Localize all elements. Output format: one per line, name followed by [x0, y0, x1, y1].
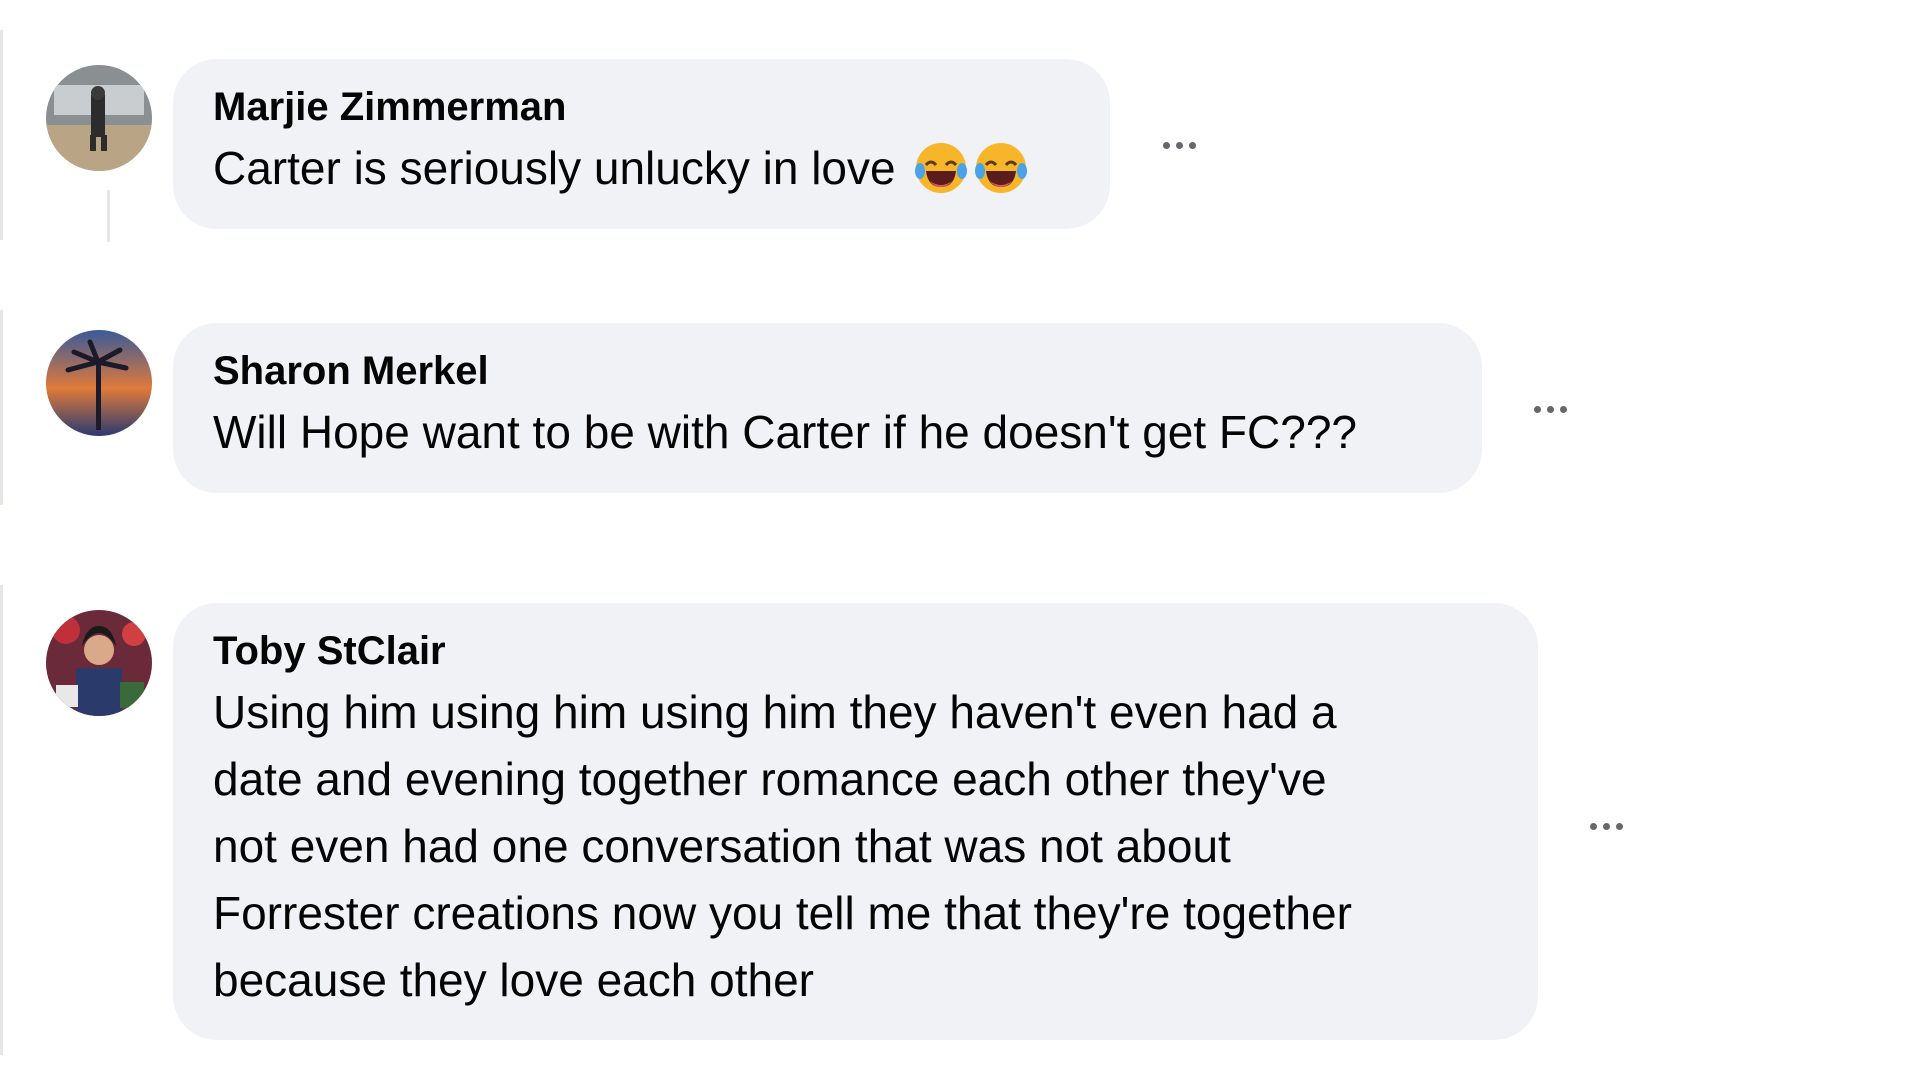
- more-options-button[interactable]: [1149, 125, 1209, 165]
- more-options-icon: [1533, 405, 1541, 413]
- avatar[interactable]: [46, 610, 152, 716]
- comment-text-line: Using him using him using him they haven…: [213, 686, 1337, 738]
- comments-section: Marjie Zimmerman Carter is seriously unl…: [0, 0, 1920, 1080]
- more-options-dot: [1188, 141, 1196, 149]
- comment-text: Carter is seriously unlucky in love: [213, 135, 1070, 202]
- more-options-dot: [1546, 405, 1554, 413]
- more-options-dot: [1602, 822, 1610, 830]
- reply-thread-line: [107, 190, 110, 242]
- avatar[interactable]: [46, 330, 152, 436]
- comment-text-line: because they love each other: [213, 954, 814, 1006]
- comment-author[interactable]: Marjie Zimmerman: [213, 83, 1070, 131]
- laughing-tears-emoji-icon: [975, 142, 1028, 193]
- comment-bubble: Marjie Zimmerman Carter is seriously unl…: [173, 59, 1110, 229]
- laughing-tears-emoji-icon: [915, 142, 968, 193]
- more-options-button[interactable]: [1576, 806, 1636, 846]
- avatar[interactable]: [46, 65, 152, 171]
- more-options-dot: [1559, 405, 1567, 413]
- user-avatar-photo-icon: [46, 610, 152, 716]
- comment-text-line: Forrester creations now you tell me that…: [213, 887, 1352, 939]
- more-options-button[interactable]: [1520, 389, 1580, 429]
- comment-text-content: Carter is seriously unlucky in love: [213, 142, 896, 194]
- comment-author[interactable]: Toby StClair: [213, 627, 1498, 675]
- more-options-dot: [1175, 141, 1183, 149]
- thread-line: [0, 310, 3, 505]
- comment-text: Using him using him using him they haven…: [213, 679, 1498, 1014]
- comment-text: Will Hope want to be with Carter if he d…: [213, 406, 1358, 458]
- user-avatar-photo-icon: [46, 65, 152, 171]
- more-options-icon: [1589, 822, 1597, 830]
- more-options-icon: [1162, 141, 1170, 149]
- comment-author[interactable]: Sharon Merkel: [213, 347, 1442, 395]
- comment-bubble: Toby StClair Using him using him using h…: [173, 603, 1538, 1040]
- user-avatar-photo-icon: [46, 330, 152, 436]
- thread-line: [0, 585, 3, 1055]
- comment-text-line: date and evening together romance each o…: [213, 753, 1327, 805]
- comment-text-line: not even had one conversation that was n…: [213, 820, 1231, 872]
- more-options-dot: [1615, 822, 1623, 830]
- thread-line: [0, 30, 3, 240]
- comment-bubble: Sharon Merkel Will Hope want to be with …: [173, 323, 1482, 493]
